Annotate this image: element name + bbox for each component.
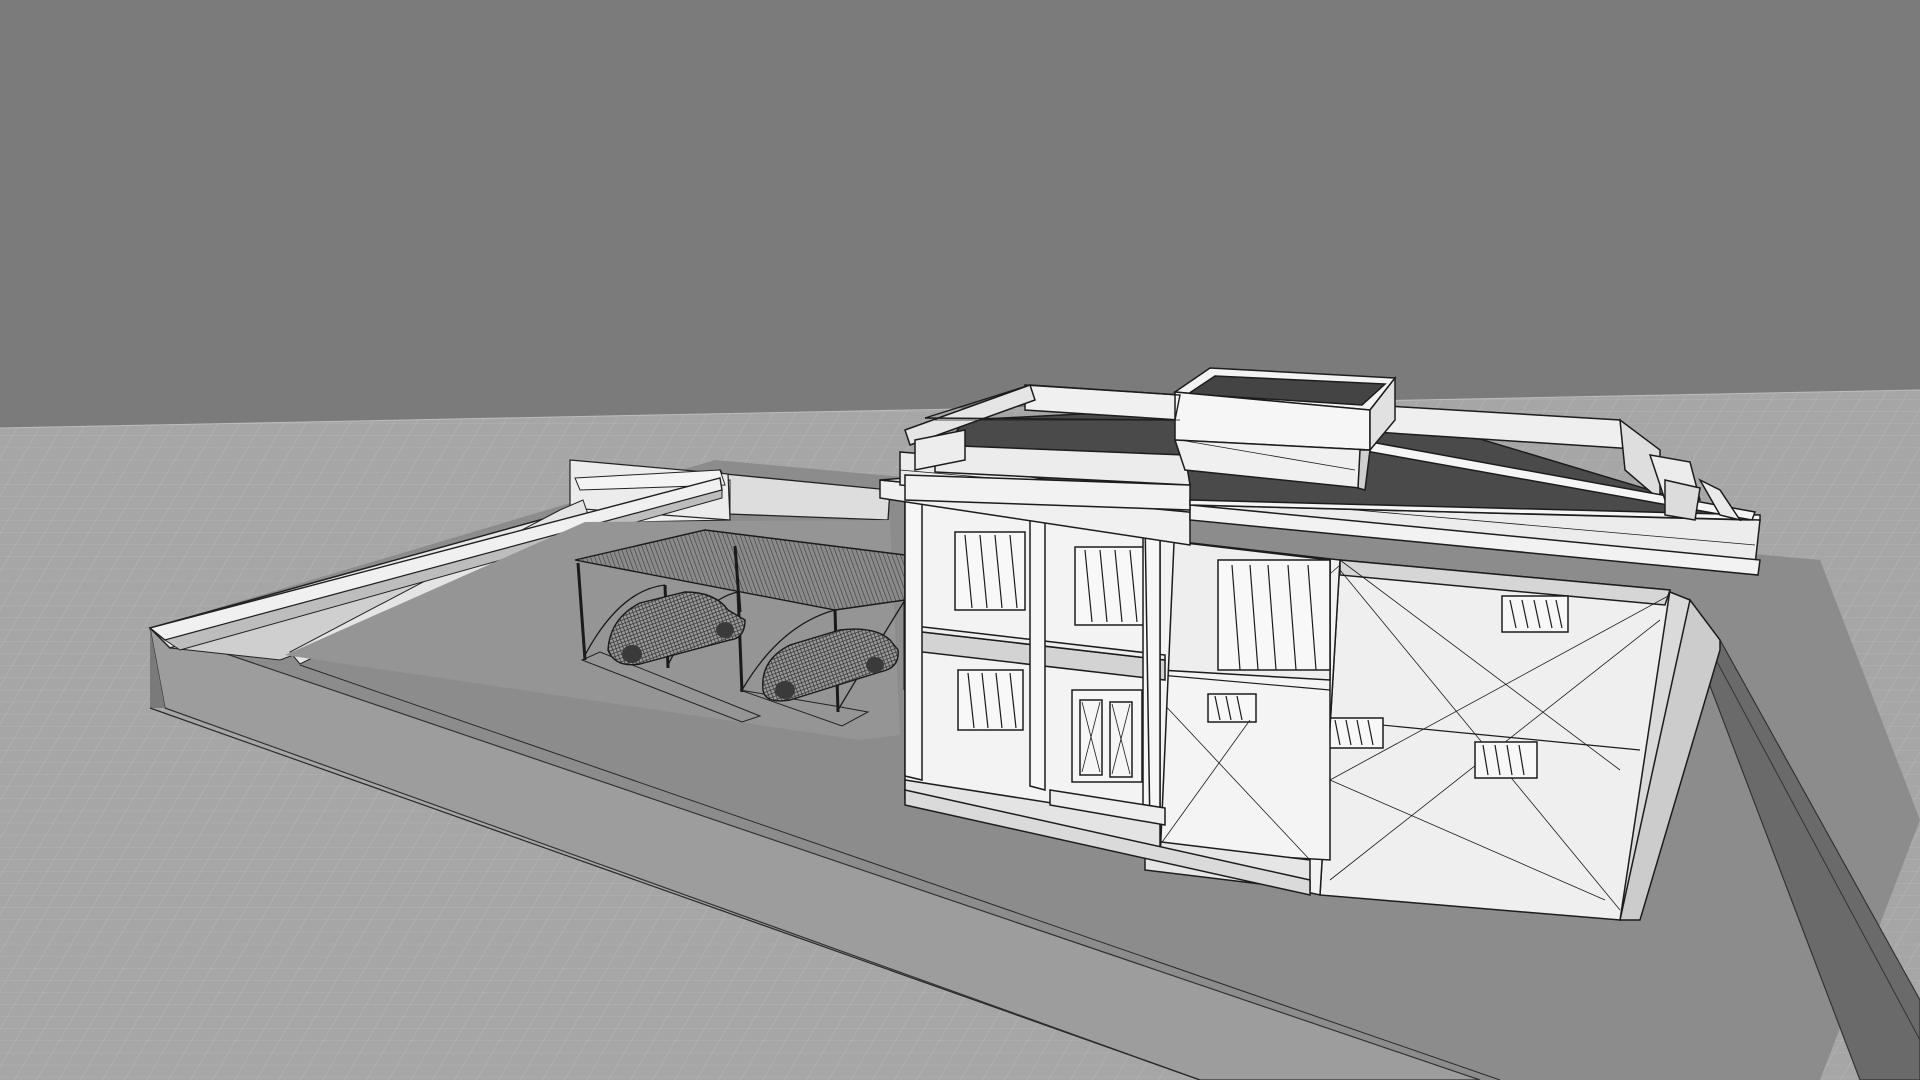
roof-stair-tower[interactable] <box>1172 367 1397 491</box>
scene-canvas[interactable] <box>0 0 1920 1080</box>
entrance-door[interactable] <box>1071 689 1143 783</box>
window-icon <box>1207 693 1257 723</box>
window-icon <box>1217 559 1331 671</box>
window-icon <box>957 669 1024 731</box>
window-icon <box>954 531 1026 611</box>
3d-viewport[interactable] <box>0 0 1920 1080</box>
window-icon <box>1326 717 1384 749</box>
window-icon <box>1501 595 1569 633</box>
window-icon <box>1074 546 1148 626</box>
window-icon <box>1474 741 1538 779</box>
